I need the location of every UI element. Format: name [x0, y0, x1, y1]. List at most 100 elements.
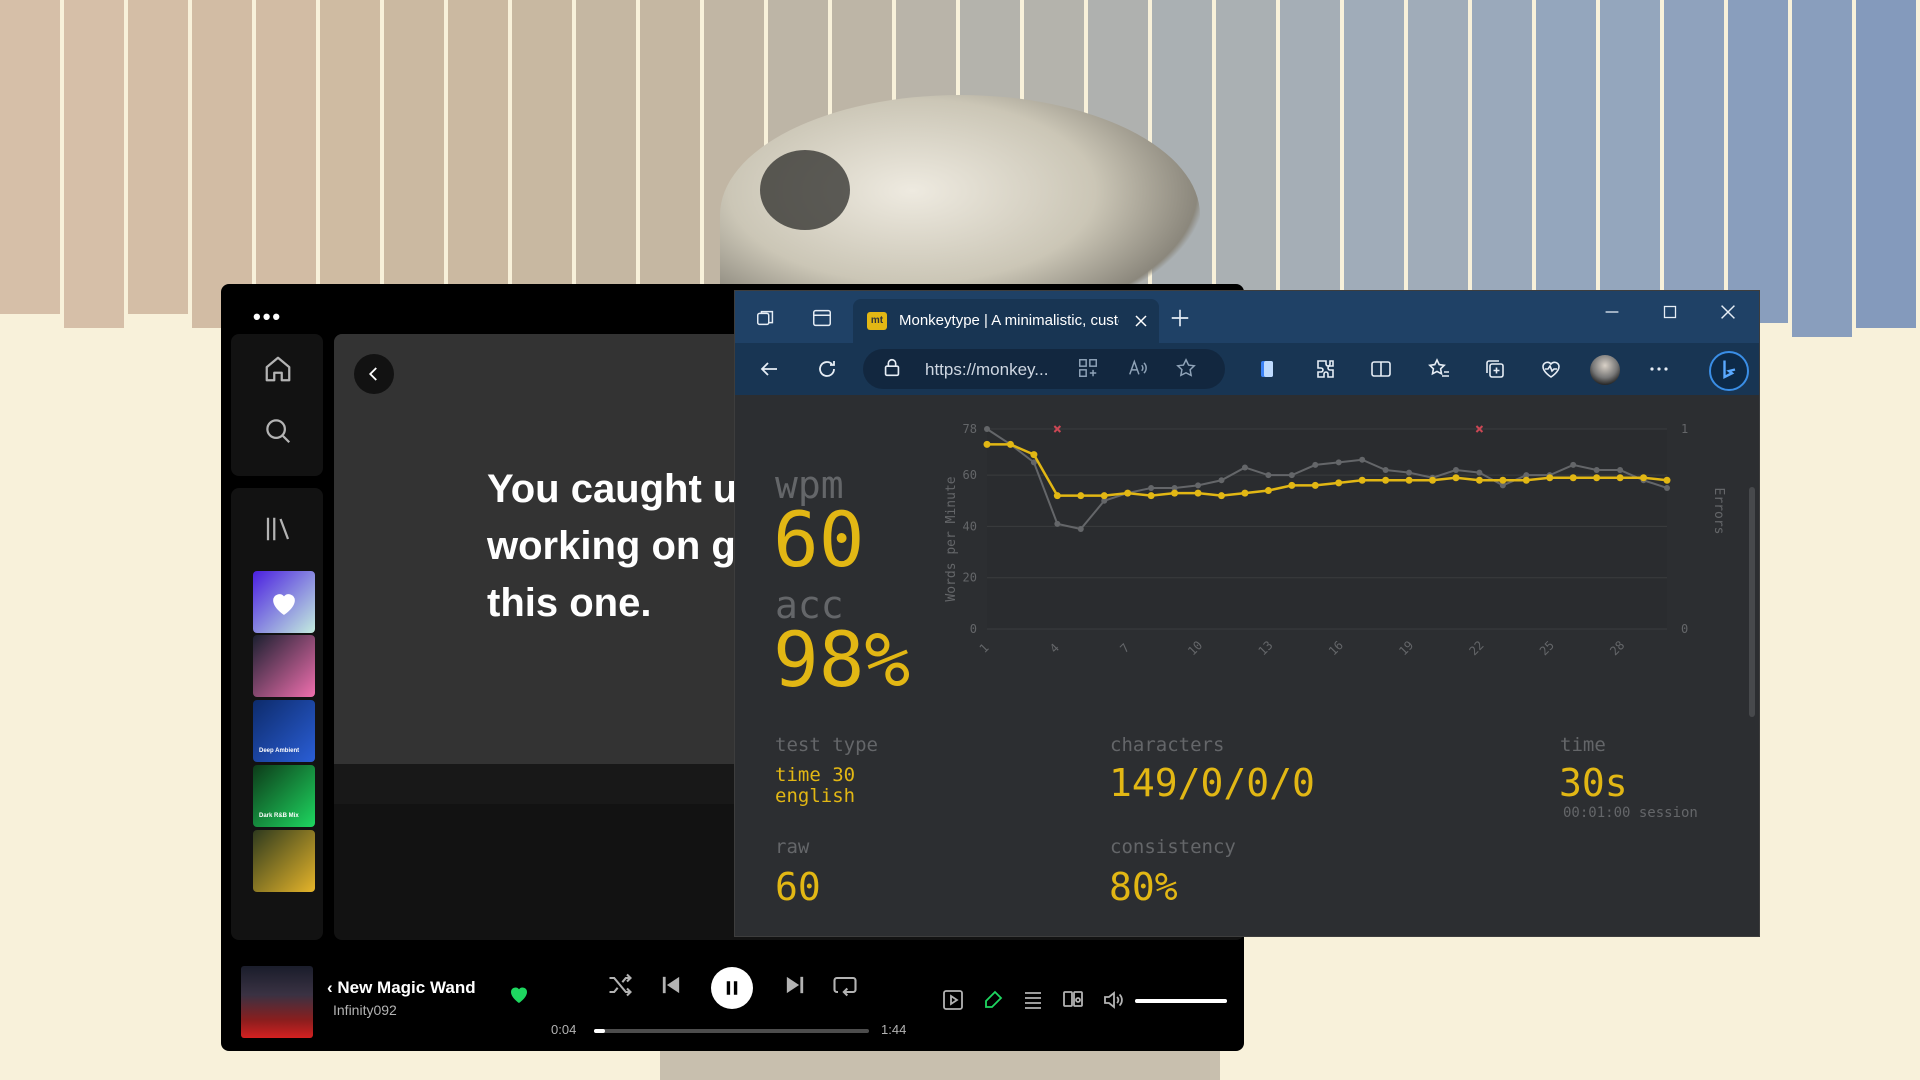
series-point-wpm — [1382, 476, 1390, 484]
back-icon[interactable] — [757, 357, 781, 381]
address-bar[interactable]: https://monkey... — [863, 349, 1225, 389]
library-cover-fyp[interactable] — [253, 635, 315, 697]
search-icon[interactable] — [263, 416, 293, 446]
profile-avatar[interactable] — [1590, 355, 1620, 385]
series-point-wpm — [1053, 492, 1061, 500]
tab-title: Monkeytype | A minimalistic, customizabl… — [899, 312, 1119, 329]
y-tick-label: 78 — [963, 422, 977, 436]
read-aloud-icon[interactable] — [1127, 357, 1151, 381]
now-playing-artist[interactable]: Infinity092 — [333, 1002, 397, 1018]
characters-label: characters — [1110, 734, 1225, 756]
tab-monkeytype[interactable]: mt Monkeytype | A minimalistic, customiz… — [853, 299, 1159, 343]
series-point-wpm — [1288, 481, 1296, 489]
wallpaper-stripe — [128, 0, 188, 314]
now-playing-cover[interactable] — [241, 966, 313, 1038]
series-point-raw — [1312, 461, 1319, 468]
y-tick-label: 60 — [963, 468, 977, 482]
wpm-chart: 786040200101 4 7 10 13 16 19 22 25 28 Words per M… — [944, 422, 1726, 658]
wallpaper-stripe — [384, 0, 444, 328]
wallpaper-stripe — [1280, 0, 1340, 328]
series-point-wpm — [1452, 474, 1460, 482]
cover-label: Deep Ambient — [259, 748, 300, 754]
x-tick-label: 7 — [1117, 641, 1132, 656]
collections-icon[interactable] — [1483, 357, 1507, 381]
library-cover-mix[interactable] — [253, 830, 315, 892]
series-point-raw — [1382, 467, 1389, 474]
library-cover-dark-r-b-mix[interactable]: Dark R&B Mix — [253, 765, 315, 827]
wallpaper-stripe — [320, 0, 380, 333]
series-point-wpm — [1124, 489, 1132, 497]
extension-blue-icon[interactable] — [1255, 357, 1279, 381]
acc-value: 98% — [773, 615, 911, 704]
series-point-raw — [1593, 467, 1600, 474]
progress-bar[interactable] — [594, 1029, 869, 1033]
series-point-wpm — [1264, 487, 1272, 495]
maximize-icon[interactable] — [1659, 301, 1681, 323]
series-point-raw — [1570, 461, 1577, 468]
library-icon[interactable] — [263, 514, 293, 544]
repeat-icon[interactable] — [831, 971, 859, 999]
series-point-raw — [1195, 482, 1202, 489]
extensions-puzzle-icon[interactable] — [1313, 357, 1337, 381]
wallpaper-stripe — [1536, 0, 1596, 338]
track-duration: 1:44 — [881, 1022, 907, 1037]
series-point-wpm — [1171, 489, 1179, 497]
series-point-wpm — [1593, 474, 1601, 482]
back-button[interactable] — [354, 354, 394, 394]
minimize-icon[interactable] — [1601, 301, 1623, 323]
browser-essentials-icon[interactable] — [1539, 357, 1563, 381]
split-screen-icon[interactable] — [1369, 357, 1393, 381]
new-tab-icon[interactable] — [1169, 307, 1191, 329]
favorite-star-icon[interactable] — [1175, 357, 1199, 381]
lock-icon[interactable] — [881, 357, 905, 381]
library-cover-liked-songs[interactable] — [253, 571, 315, 633]
series-point-raw — [1664, 484, 1670, 491]
queue-icon[interactable] — [1021, 988, 1045, 1012]
next-icon[interactable] — [781, 971, 809, 999]
toolbar: https://monkey... — [735, 343, 1759, 395]
series-point-raw — [1148, 484, 1155, 491]
chevron-left-icon — [368, 367, 377, 381]
series-point-wpm — [1077, 492, 1085, 500]
library-cover-deep-ambient[interactable]: Deep Ambient — [253, 700, 315, 762]
now-playing-title[interactable]: ‹ New Magic Wand — [327, 978, 476, 998]
y2-axis-label: Errors — [1711, 488, 1726, 535]
wallpaper-stripe — [64, 0, 124, 328]
now-playing-view-icon[interactable] — [941, 988, 965, 1012]
series-point-wpm — [1475, 476, 1483, 484]
pause-button[interactable] — [711, 967, 753, 1009]
scrollbar[interactable] — [1749, 487, 1755, 717]
favorites-icon[interactable] — [1427, 357, 1451, 381]
volume-slider[interactable] — [1135, 999, 1227, 1003]
elapsed-time: 0:04 — [551, 1022, 577, 1037]
wallpaper-stripe — [1728, 0, 1788, 323]
lyrics-mic-icon[interactable] — [981, 988, 1005, 1018]
wallpaper-stripe — [0, 0, 60, 314]
volume-icon[interactable] — [1101, 988, 1125, 1012]
series-point-raw — [1617, 467, 1624, 474]
series-point-raw — [1077, 526, 1084, 532]
time-value: 30s — [1559, 761, 1628, 805]
home-icon[interactable] — [263, 354, 293, 384]
more-menu-icon[interactable] — [1647, 357, 1671, 381]
app-available-icon[interactable] — [1077, 357, 1101, 381]
shuffle-icon[interactable] — [606, 971, 634, 999]
tab-actions-icon[interactable] — [811, 307, 833, 329]
previous-icon[interactable] — [657, 971, 685, 999]
series-point-wpm — [1100, 492, 1108, 500]
characters-value: 149/0/0/0 — [1109, 761, 1315, 805]
liked-heart-icon[interactable] — [507, 982, 531, 1006]
connect-device-icon[interactable] — [1061, 988, 1085, 1012]
y-axis-label: Words per Minute — [944, 476, 959, 601]
refresh-icon[interactable] — [815, 357, 839, 381]
pause-icon — [726, 981, 738, 995]
url-text[interactable]: https://monkey... — [925, 360, 1048, 380]
cover-label: Dark R&B Mix — [259, 813, 299, 819]
close-window-icon[interactable] — [1717, 301, 1739, 323]
workspaces-icon[interactable] — [755, 307, 777, 329]
copilot-icon[interactable] — [1709, 351, 1749, 391]
menu-dots-button[interactable]: ••• — [253, 304, 282, 330]
series-point-wpm — [1335, 479, 1343, 487]
series-point-wpm — [1429, 476, 1437, 484]
close-tab-icon[interactable] — [1131, 311, 1151, 331]
